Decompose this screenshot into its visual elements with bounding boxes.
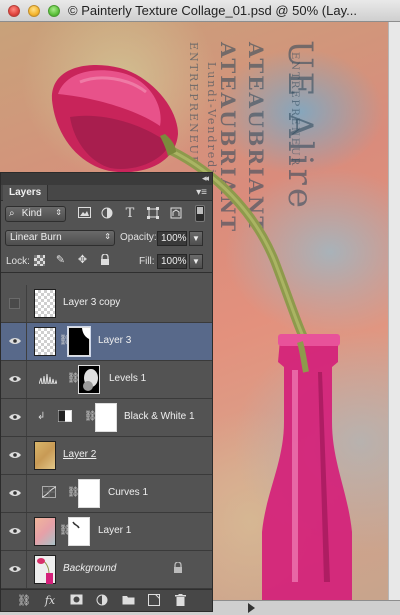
eye-icon <box>9 414 21 420</box>
layer-row-black-white-1[interactable]: ↲ ⛓ Black & White 1 <box>1 399 212 437</box>
visibility-toggle[interactable] <box>1 323 27 360</box>
scroll-right-icon[interactable] <box>248 603 255 613</box>
layers-panel: ◂◂ Layers ▾≡ ⌕ Kind ⇕ T Linear Burn ⇕ Op… <box>0 172 213 612</box>
eye-icon <box>9 376 21 382</box>
chevron-updown-icon: ⇕ <box>55 208 62 217</box>
type-filter-icon[interactable]: T <box>123 207 137 221</box>
fill-dropdown-icon[interactable]: ▼ <box>189 254 203 269</box>
delete-layer-icon[interactable] <box>173 594 187 608</box>
tulip-flower <box>51 64 178 173</box>
minimize-window-button[interactable] <box>28 5 40 17</box>
layer-row-background[interactable]: Background <box>1 551 212 589</box>
curves-icon <box>41 486 57 500</box>
maximize-window-button[interactable] <box>48 5 60 17</box>
layer-name[interactable]: Levels 1 <box>109 373 146 384</box>
link-layers-icon[interactable]: ⛓ <box>17 594 31 608</box>
visibility-toggle[interactable] <box>1 551 27 588</box>
blend-mode-select[interactable]: Linear Burn ⇕ <box>5 230 115 246</box>
blend-row: Linear Burn ⇕ Opacity: 100% ▼ <box>1 227 212 249</box>
vertical-scrollbar[interactable] <box>388 22 400 600</box>
panel-header-strip: ◂◂ <box>1 173 212 185</box>
adjustment-filter-icon[interactable] <box>100 207 114 221</box>
layers-list: Layer 3 copy ⛓ Layer 3 ⛓ Levels 1 ↲ ⛓ Bl… <box>1 285 212 589</box>
layer-thumbnail <box>34 327 56 356</box>
layer-mask-thumbnail[interactable] <box>78 365 100 394</box>
window-title-bar: © Painterly Texture Collage_01.psd @ 50%… <box>0 0 400 22</box>
filter-toggle-switch[interactable] <box>195 205 205 222</box>
lock-icon <box>173 561 183 577</box>
lock-row: Lock: ✎ ✥ Fill: 100% ▼ <box>1 249 212 273</box>
lock-position-icon[interactable]: ✥ <box>76 254 89 267</box>
black-white-icon <box>57 410 73 424</box>
eye-icon <box>9 452 21 458</box>
lock-all-icon[interactable] <box>98 253 111 267</box>
lock-transparent-pixels-icon[interactable] <box>34 255 45 266</box>
layer-row-levels-1[interactable]: ⛓ Levels 1 <box>1 361 212 399</box>
search-icon: ⌕ <box>9 208 15 219</box>
lock-image-pixels-icon[interactable]: ✎ <box>54 254 67 267</box>
layer-name[interactable]: Curves 1 <box>108 487 148 498</box>
eye-icon <box>9 338 21 344</box>
opacity-dropdown-icon[interactable]: ▼ <box>189 231 203 246</box>
panel-tabs: Layers ▾≡ <box>1 185 212 201</box>
blend-mode-value: Linear Burn <box>10 232 62 243</box>
layer-thumbnail <box>34 517 56 546</box>
visibility-toggle[interactable] <box>1 361 27 398</box>
add-mask-icon[interactable] <box>69 594 83 608</box>
layer-mask-thumbnail[interactable] <box>67 326 91 357</box>
layer-filter-row: ⌕ Kind ⇕ T <box>1 201 212 227</box>
panel-menu-icon[interactable]: ▾≡ <box>196 187 207 198</box>
opacity-label: Opacity: <box>120 232 157 243</box>
new-layer-icon[interactable] <box>147 593 161 608</box>
visibility-toggle[interactable] <box>1 399 27 436</box>
layer-row-layer-3-copy[interactable]: Layer 3 copy <box>1 285 212 323</box>
fill-label: Fill: <box>139 256 155 267</box>
collapse-panel-icon[interactable]: ◂◂ <box>202 173 209 184</box>
tab-layers[interactable]: Layers <box>3 185 49 201</box>
levels-icon <box>38 372 58 386</box>
bottle <box>262 334 352 600</box>
layer-name[interactable]: Layer 1 <box>98 525 131 536</box>
layer-thumbnail <box>34 289 56 318</box>
fill-input[interactable]: 100% <box>157 254 187 269</box>
filter-kind-select[interactable]: ⌕ Kind ⇕ <box>5 206 66 222</box>
smart-object-filter-icon[interactable] <box>169 207 183 221</box>
layer-name[interactable]: Background <box>63 563 116 574</box>
layer-mask-thumbnail[interactable] <box>78 479 100 508</box>
eye-icon <box>9 566 21 572</box>
lock-label: Lock: <box>6 256 30 267</box>
eye-icon <box>9 490 21 496</box>
layer-mask-thumbnail[interactable] <box>68 517 90 546</box>
window-title: © Painterly Texture Collage_01.psd @ 50%… <box>68 3 357 18</box>
layer-row-curves-1[interactable]: ⛓ Curves 1 <box>1 475 212 513</box>
shape-filter-icon[interactable] <box>146 207 160 221</box>
filter-kind-label: Kind <box>21 208 42 219</box>
layer-mask-thumbnail[interactable] <box>95 403 117 432</box>
image-filter-icon[interactable] <box>77 207 91 221</box>
new-group-icon[interactable] <box>121 594 135 608</box>
close-window-button[interactable] <box>8 5 20 17</box>
layer-name[interactable]: Layer 3 <box>98 335 131 346</box>
visibility-toggle[interactable] <box>1 285 27 322</box>
opacity-input[interactable]: 100% <box>157 231 187 246</box>
fx-icon[interactable]: fx <box>43 594 57 608</box>
clipping-arrow-icon: ↲ <box>37 411 46 422</box>
eye-icon <box>9 528 21 534</box>
visibility-toggle[interactable] <box>1 513 27 550</box>
layer-thumbnail <box>34 555 56 584</box>
chevron-updown-icon: ⇕ <box>104 232 111 241</box>
layer-name[interactable]: Layer 3 copy <box>63 297 120 308</box>
visibility-off-box <box>9 298 20 309</box>
visibility-toggle[interactable] <box>1 437 27 474</box>
layer-name[interactable]: Layer 2 <box>63 449 96 460</box>
layer-thumbnail <box>34 441 56 470</box>
layer-row-layer-2[interactable]: Layer 2 <box>1 437 212 475</box>
panel-footer: ⛓ fx <box>1 589 212 611</box>
visibility-toggle[interactable] <box>1 475 27 512</box>
layer-row-layer-3[interactable]: ⛓ Layer 3 <box>1 323 212 361</box>
new-adjustment-icon[interactable] <box>95 594 109 608</box>
layer-row-layer-1[interactable]: ⛓ Layer 1 <box>1 513 212 551</box>
layer-name[interactable]: Black & White 1 <box>124 411 195 422</box>
